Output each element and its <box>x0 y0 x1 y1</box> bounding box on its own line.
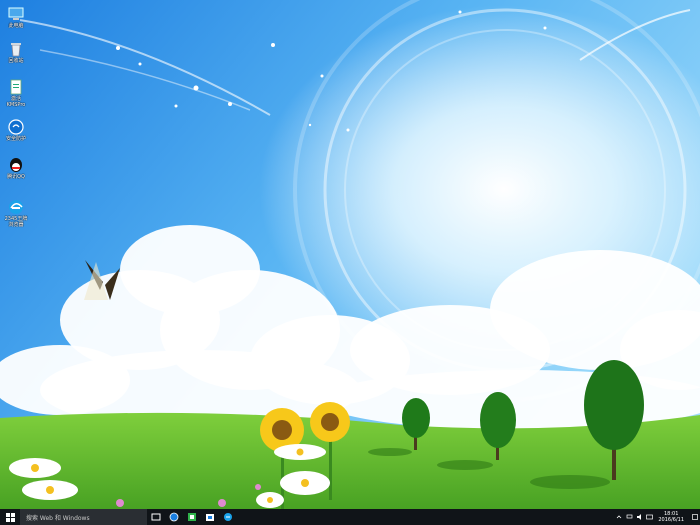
desktop-icon-security[interactable]: 安全防护 <box>3 118 29 142</box>
browser-icon <box>224 513 232 521</box>
taskbar-app-browser[interactable] <box>219 509 237 525</box>
document-icon <box>10 79 22 95</box>
store-icon <box>206 514 214 521</box>
notification-icon <box>692 514 698 520</box>
clock-date: 2016/6/11 <box>658 517 684 523</box>
spreadsheet-icon <box>188 513 196 521</box>
notification-center-button[interactable] <box>690 509 700 525</box>
network-icon <box>626 514 633 519</box>
desktop-icon-label: 回收站 <box>8 58 24 64</box>
start-button[interactable] <box>0 509 20 525</box>
computer-icon <box>8 7 24 20</box>
security-icon <box>169 512 179 522</box>
desktop-icon-label: 安全防护 <box>5 136 26 142</box>
security-icon <box>8 119 24 135</box>
recycle-bin-icon <box>11 43 21 57</box>
desktop-icon-label: 激活KMSPro <box>6 96 26 108</box>
tray-input-method-button[interactable] <box>644 509 654 525</box>
desktop-icon-label: 腾讯QQ <box>7 174 25 180</box>
tray-network-button[interactable] <box>624 509 634 525</box>
taskbar-app-security[interactable] <box>165 509 183 525</box>
qq-icon <box>10 158 22 172</box>
task-view-icon <box>151 513 161 521</box>
desktop-icon-label: 2345王牌浏览器 <box>4 216 28 228</box>
taskbar-search-box[interactable]: 搜索 Web 和 Windows <box>20 509 147 525</box>
task-view-button[interactable] <box>147 509 165 525</box>
keyboard-icon <box>646 514 653 520</box>
taskbar-app-spreadsheet[interactable] <box>183 509 201 525</box>
desktop-icon-recycle-bin[interactable]: 回收站 <box>3 40 29 64</box>
desktop-wallpaper <box>0 0 700 525</box>
chevron-up-icon <box>617 515 622 519</box>
windows-logo-icon <box>5 512 15 522</box>
desktop-icon-qq[interactable]: 腾讯QQ <box>3 156 29 180</box>
tray-overflow-button[interactable] <box>614 509 624 525</box>
browser-icon <box>9 200 23 214</box>
system-tray: 18:01 2016/6/11 <box>614 509 700 525</box>
tray-volume-button[interactable] <box>634 509 644 525</box>
taskbar: 搜索 Web 和 Windows 18:01 2016/6/11 <box>0 509 700 525</box>
desktop-icon-2345-browser[interactable]: 2345王牌浏览器 <box>3 198 29 228</box>
desktop-icon-label: 此电脑 <box>8 23 24 29</box>
desktop-icon-kmspro[interactable]: 激活KMSPro <box>3 78 29 108</box>
taskbar-app-store[interactable] <box>201 509 219 525</box>
search-placeholder: 搜索 Web 和 Windows <box>26 514 90 522</box>
taskbar-clock[interactable]: 18:01 2016/6/11 <box>654 511 690 523</box>
desktop-icon-this-pc[interactable]: 此电脑 <box>3 5 29 29</box>
volume-icon <box>636 514 641 520</box>
